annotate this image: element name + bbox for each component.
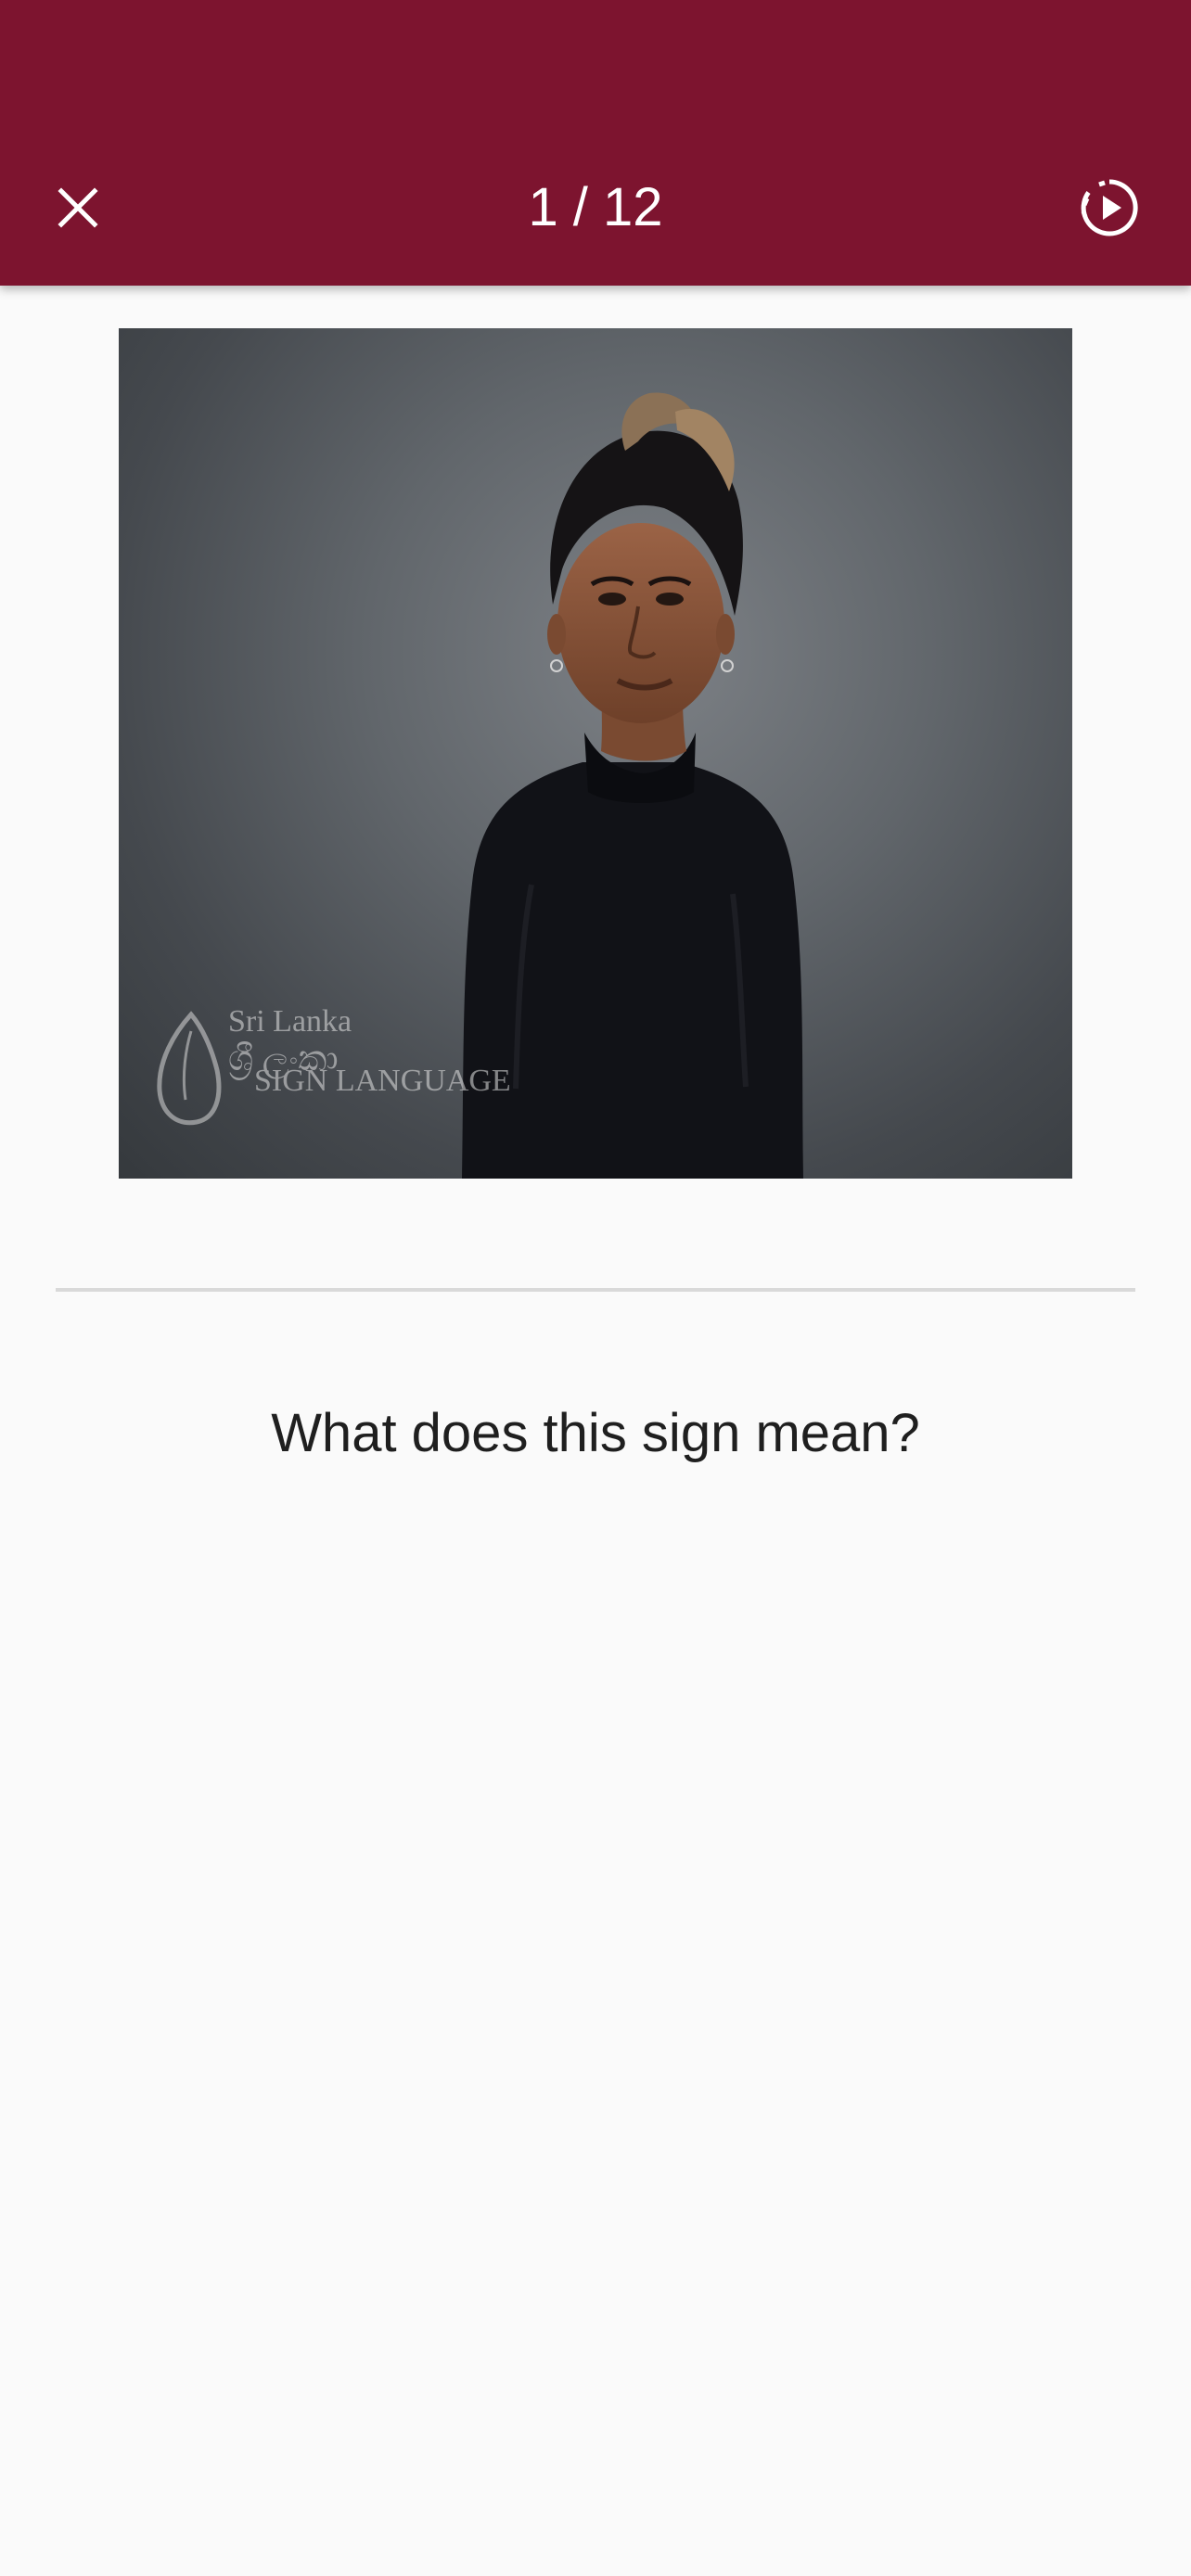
app-bar: 1 / 12 xyxy=(0,0,1191,286)
sign-video[interactable]: Sri Lanka ශ්‍රී ලංකා SIGN LANGUAGE xyxy=(119,328,1072,1179)
question-prompt: What does this sign mean? xyxy=(271,1403,920,1463)
watermark-line1: Sri Lanka xyxy=(228,1004,352,1039)
section-divider xyxy=(56,1288,1135,1292)
autoplay-circle-icon xyxy=(1081,179,1138,236)
question-progress: 1 / 12 xyxy=(528,177,663,237)
autoplay-button[interactable] xyxy=(1069,167,1150,249)
sri-lanka-sign-language-watermark: Sri Lanka ශ්‍රී ලංකා SIGN LANGUAGE xyxy=(157,1004,511,1126)
watermark-line2: SIGN LANGUAGE xyxy=(254,1064,511,1098)
signer-illustration: Sri Lanka ශ්‍රී ලංකා SIGN LANGUAGE xyxy=(157,392,803,1179)
